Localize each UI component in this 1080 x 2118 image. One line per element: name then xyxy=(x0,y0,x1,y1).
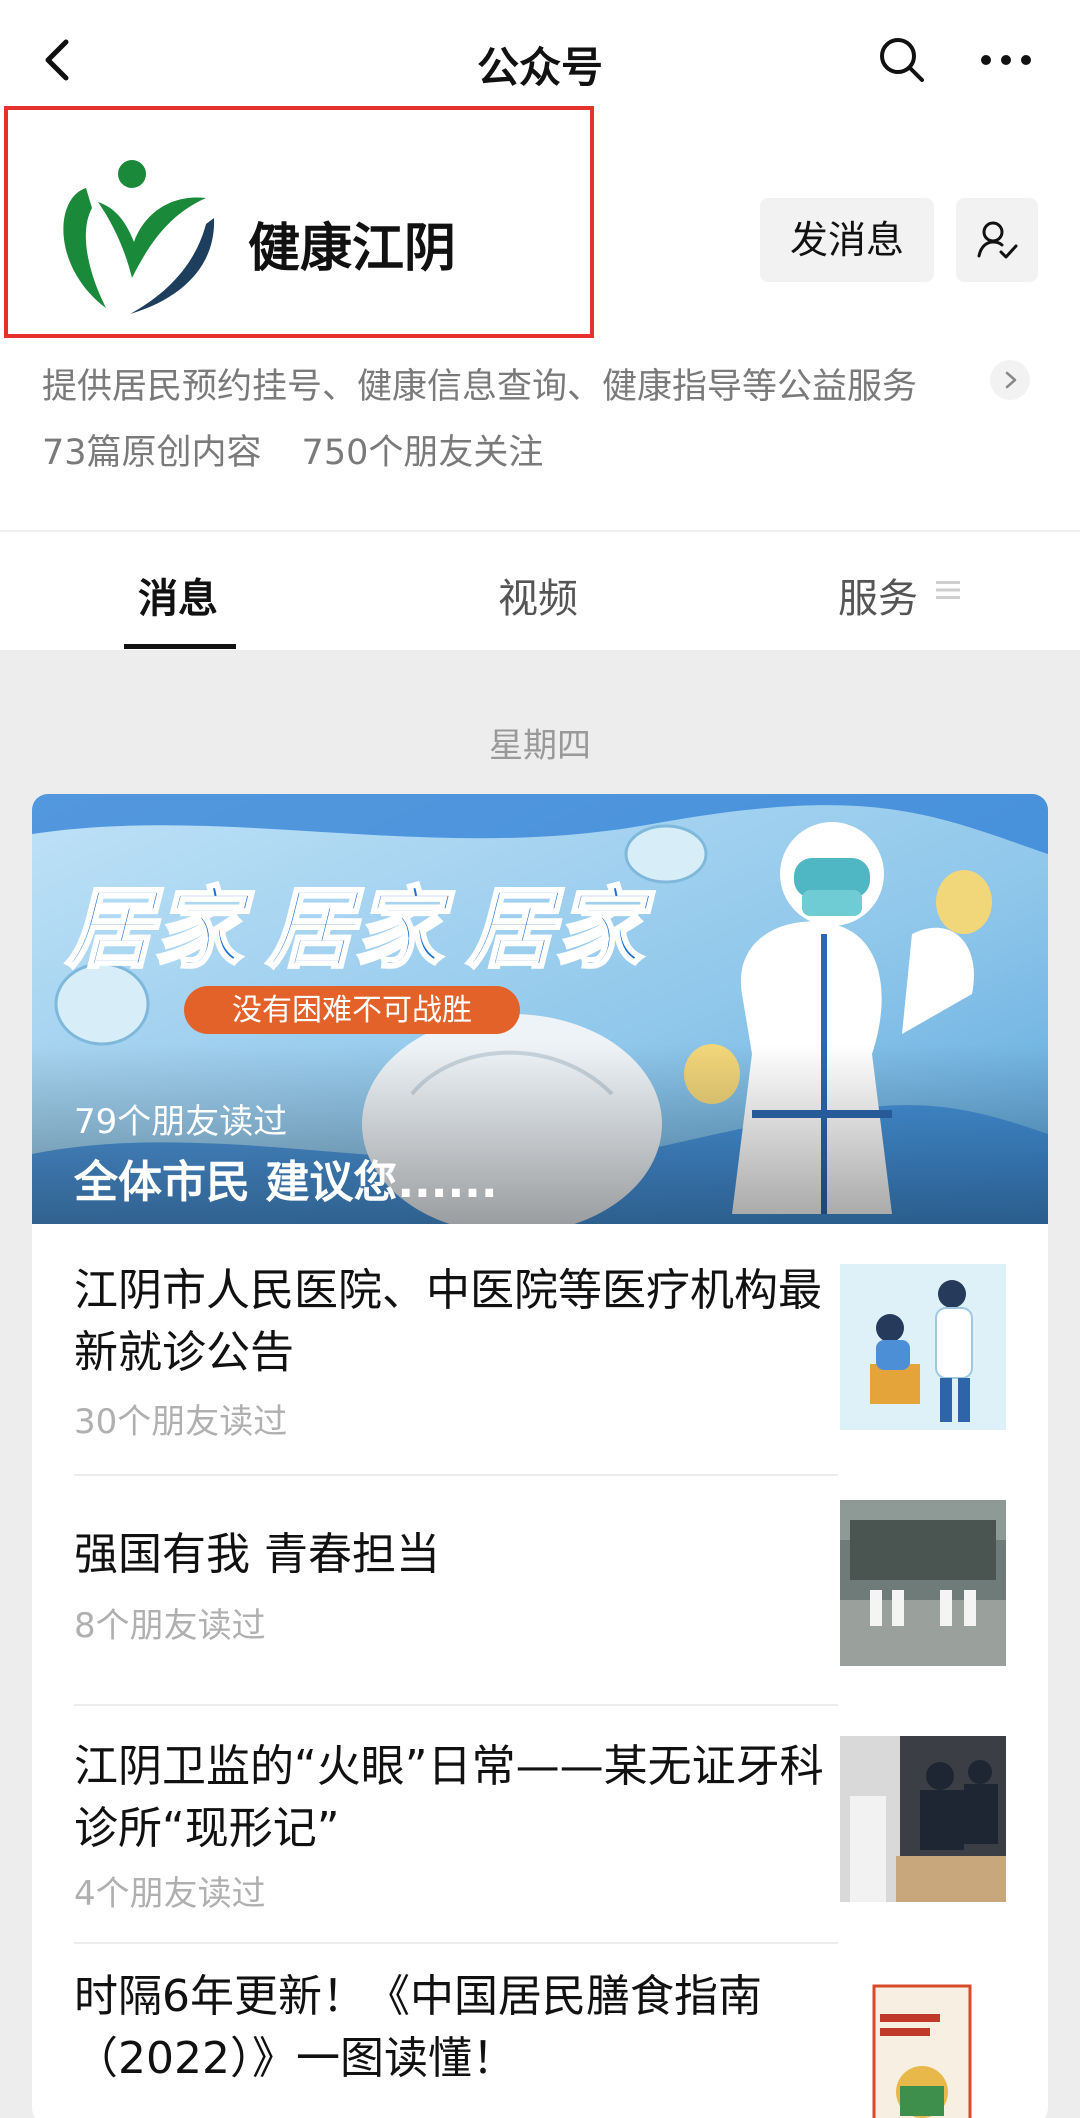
account-description[interactable]: 提供居民预约挂号、健康信息查询、健康指导等公益服务 xyxy=(42,358,917,409)
follow-user-icon xyxy=(977,221,1018,259)
follow-button[interactable] xyxy=(956,198,1038,282)
article-title: 时隔6年更新！《中国居民膳食指南（2022）》一图读懂！ xyxy=(74,1971,762,2084)
tab-messages[interactable]: 消息 xyxy=(138,566,218,624)
active-tab-indicator xyxy=(124,644,236,649)
account-logo[interactable] xyxy=(46,158,226,318)
feed-date: 星期四 xyxy=(489,726,591,766)
list-item[interactable]: 强国有我 青春担当 8个朋友读过 xyxy=(32,1476,1048,1704)
chevron-right-icon[interactable] xyxy=(990,360,1030,400)
article-thumbnail xyxy=(840,1264,1006,1430)
list-item[interactable]: 时隔6年更新！《中国居民膳食指南（2022）》一图读懂！ xyxy=(32,1944,1048,2118)
article-thumbnail xyxy=(840,1974,1006,2118)
account-header: 公众号 健康江阴 发消息 提供居民预约挂号、健康信息查询、健康指导等公益服务 7… xyxy=(0,0,1080,650)
banner-article[interactable]: 居家 居家 居家 没有困难不可战胜 79个朋友读过 全体市民 建议您...... xyxy=(32,794,1048,1224)
original-count: 73篇原创内容 xyxy=(42,433,262,473)
article-readers: 30个朋友读过 xyxy=(74,1402,288,1442)
list-item[interactable]: 江阴卫监的“火眼”日常——某无证牙科诊所“现形记” 4个朋友读过 xyxy=(32,1706,1048,1942)
menu-icon[interactable] xyxy=(936,580,960,604)
tab-services[interactable]: 服务 xyxy=(838,566,918,624)
more-icon[interactable] xyxy=(976,34,1036,86)
divider xyxy=(0,530,1080,532)
banner-slogan: 没有困难不可战胜 xyxy=(232,994,472,1027)
send-message-button[interactable]: 发消息 xyxy=(760,198,934,282)
article-card: 居家 居家 居家 没有困难不可战胜 79个朋友读过 全体市民 建议您......… xyxy=(32,794,1048,2118)
list-item[interactable]: 江阴市人民医院、中医院等医疗机构最新就诊公告 30个朋友读过 xyxy=(32,1224,1048,1464)
article-title: 江阴卫监的“火眼”日常——某无证牙科诊所“现形记” xyxy=(74,1741,824,1854)
banner-headline: 居家 居家 居家 xyxy=(65,879,655,978)
friends-following: 750个朋友关注 xyxy=(301,433,544,473)
banner-title: 全体市民 建议您...... xyxy=(74,1157,498,1208)
article-title: 江阴市人民医院、中医院等医疗机构最新就诊公告 xyxy=(74,1265,822,1378)
banner-readers: 79个朋友读过 xyxy=(74,1102,288,1142)
navbar: 公众号 xyxy=(0,0,1080,120)
account-stats: 73篇原创内容 750个朋友关注 xyxy=(42,424,543,475)
article-readers: 4个朋友读过 xyxy=(74,1874,266,1914)
account-name: 健康江阴 xyxy=(248,219,457,279)
search-icon[interactable] xyxy=(876,34,928,86)
article-thumbnail xyxy=(840,1736,1006,1902)
article-title: 强国有我 青春担当 xyxy=(74,1529,440,1580)
article-readers: 8个朋友读过 xyxy=(74,1606,266,1646)
tab-videos[interactable]: 视频 xyxy=(498,566,578,624)
article-thumbnail xyxy=(840,1500,1006,1666)
